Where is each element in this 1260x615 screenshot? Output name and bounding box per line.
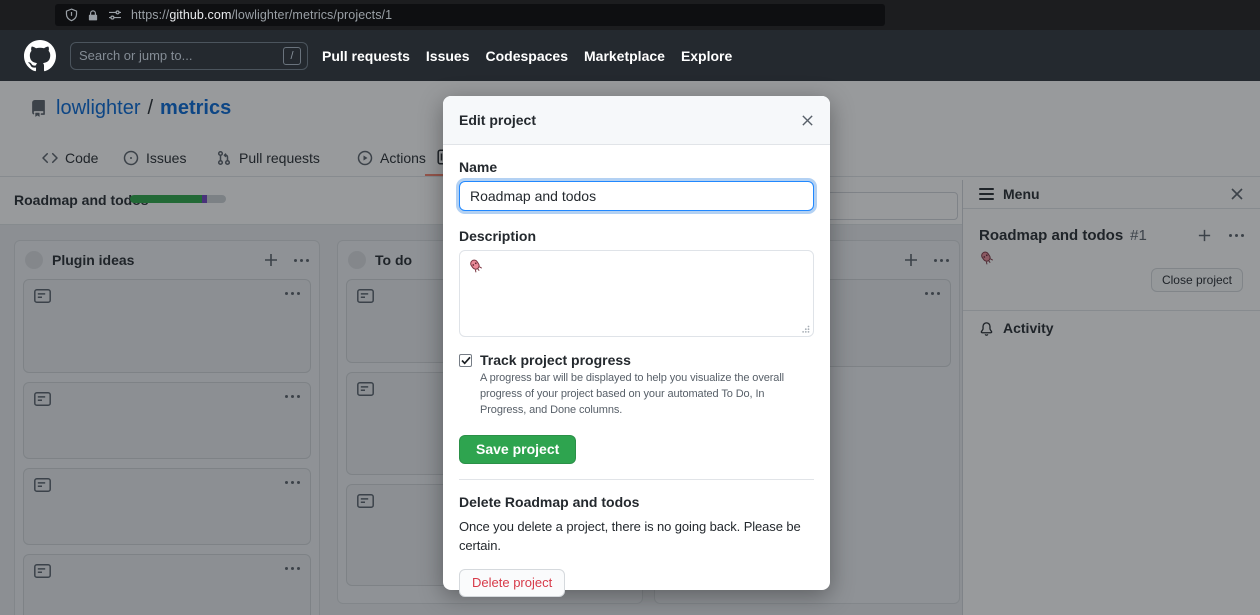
global-nav: Pull requests Issues Codespaces Marketpl…	[322, 48, 732, 64]
save-project-button[interactable]: Save project	[459, 435, 576, 464]
delete-warning-text: Once you delete a project, there is no g…	[459, 517, 811, 556]
screen: https://github.com/lowlighter/metrics/pr…	[0, 0, 1260, 615]
url-scheme: https://	[131, 8, 169, 22]
slash-shortcut-badge: /	[283, 47, 301, 65]
dialog-title: Edit project	[459, 112, 536, 128]
track-progress-help-text: A progress bar will be displayed to help…	[480, 371, 812, 419]
github-header: / Pull requests Issues Codespaces Market…	[0, 30, 1260, 81]
nav-explore[interactable]: Explore	[681, 48, 732, 64]
delete-project-button[interactable]: Delete project	[459, 569, 565, 597]
url-host: github.com	[169, 8, 231, 22]
lock-icon[interactable]	[87, 9, 99, 22]
site-settings-icon[interactable]	[108, 9, 122, 21]
resize-grip-icon[interactable]	[802, 325, 810, 333]
nav-pull-requests[interactable]: Pull requests	[322, 48, 410, 64]
github-mark-icon[interactable]	[24, 40, 56, 72]
delete-section-heading: Delete Roadmap and todos	[459, 494, 814, 510]
description-label: Description	[459, 228, 814, 244]
name-label: Name	[459, 159, 814, 175]
address-bar[interactable]: https://github.com/lowlighter/metrics/pr…	[55, 4, 885, 26]
global-search[interactable]: /	[70, 42, 308, 70]
shield-icon[interactable]	[65, 8, 78, 22]
nav-issues[interactable]: Issues	[426, 48, 470, 64]
checkbox-checked[interactable]	[459, 354, 472, 367]
project-name-input[interactable]	[459, 181, 814, 211]
project-description-textarea[interactable]: 🦑	[459, 250, 814, 337]
nav-marketplace[interactable]: Marketplace	[584, 48, 665, 64]
nav-codespaces[interactable]: Codespaces	[486, 48, 568, 64]
edit-project-dialog: Edit project Name Description 🦑 Track pr…	[443, 96, 830, 590]
url-text: https://github.com/lowlighter/metrics/pr…	[131, 8, 392, 22]
url-path: /lowlighter/metrics/projects/1	[231, 8, 392, 22]
dialog-header: Edit project	[443, 96, 830, 145]
squid-emoji	[468, 258, 483, 273]
browser-chrome: https://github.com/lowlighter/metrics/pr…	[0, 0, 1260, 30]
dialog-close-x-icon[interactable]	[801, 114, 814, 127]
search-input[interactable]	[79, 48, 283, 63]
dialog-body: Name Description 🦑 Track project progres…	[443, 145, 830, 597]
dialog-divider	[459, 479, 814, 480]
track-progress-label: Track project progress	[480, 352, 631, 368]
track-progress-checkbox-row[interactable]: Track project progress	[459, 352, 814, 368]
